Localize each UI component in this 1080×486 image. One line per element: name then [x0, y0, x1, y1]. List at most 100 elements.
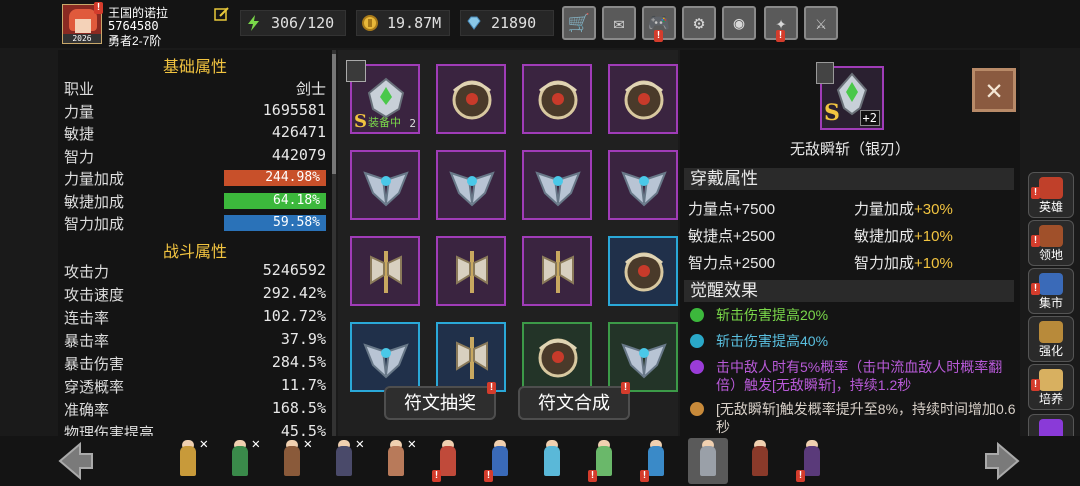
- rune-grid[interactable]: S 装备中 2: [338, 50, 678, 436]
- wear-attr-value: +10%: [914, 255, 953, 272]
- rune-merge-button[interactable]: 符文合成 !: [518, 382, 630, 420]
- hero-portrait[interactable]: [532, 438, 572, 484]
- nav-enhance[interactable]: 强化: [1028, 316, 1074, 362]
- wear-attr-label: 智力加成: [854, 255, 915, 272]
- stat-row: 攻击力 5246592: [64, 261, 326, 283]
- rune-slot[interactable]: [436, 236, 506, 306]
- stat-row: 连击率 102.72%: [64, 307, 326, 329]
- unavailable-x-icon: ✕: [303, 436, 312, 452]
- stat-value: 11.7%: [280, 376, 326, 394]
- rune-merge-label: 符文合成: [538, 393, 610, 413]
- effect-dot-icon: [690, 360, 704, 374]
- event-button[interactable]: ✦ !: [764, 6, 798, 42]
- rune-slot[interactable]: [608, 236, 678, 306]
- wear-attr: 敏捷加成+10%: [854, 225, 953, 246]
- energy-icon: [248, 15, 259, 31]
- stats-scroll-thumb[interactable]: [332, 54, 336, 174]
- equipped-tag: 装备中: [368, 117, 401, 129]
- stat-value: 37.9%: [280, 330, 326, 348]
- enhance-icon: [1039, 321, 1063, 343]
- nav-label: 英雄: [1038, 200, 1063, 214]
- nav-hero[interactable]: ! 英雄: [1028, 172, 1074, 218]
- stat-bonus-bar: 244.98%: [224, 170, 326, 186]
- hero-portrait[interactable]: ✕: [220, 436, 260, 484]
- stat-row: 敏捷 426471: [64, 123, 326, 145]
- wear-attr: 力量加成+30%: [854, 198, 953, 219]
- hero-portrait[interactable]: ✕: [376, 436, 416, 484]
- wear-attr-title: 穿戴属性: [684, 168, 1014, 190]
- close-button[interactable]: ✕: [972, 68, 1016, 112]
- shop-button[interactable]: 🛒: [562, 6, 596, 40]
- rune-slot[interactable]: [436, 322, 506, 392]
- rune-slot[interactable]: [522, 64, 592, 134]
- stat-label: 穿透概率: [64, 379, 125, 396]
- mail-button[interactable]: ✉: [602, 6, 636, 40]
- rune-slot[interactable]: [350, 150, 420, 220]
- hero-portrait[interactable]: ✕: [324, 436, 364, 484]
- rune-slot[interactable]: [436, 150, 506, 220]
- gamepad-button[interactable]: 🎮 !: [642, 6, 676, 42]
- color-button[interactable]: ◉: [722, 6, 756, 40]
- hero-portrait[interactable]: ✕: [168, 436, 208, 484]
- hero-portrait[interactable]: [688, 438, 728, 484]
- effect-dot-icon: [690, 402, 704, 416]
- alert-icon: !: [432, 470, 441, 482]
- arrow-left-icon: [58, 441, 93, 481]
- stat-label: 攻击力: [64, 264, 110, 281]
- energy-counter[interactable]: 306/120: [240, 10, 346, 36]
- nav-label: 强化: [1038, 344, 1063, 358]
- rune-draw-button[interactable]: 符文抽奖 !: [384, 382, 496, 420]
- rune-slot[interactable]: [608, 150, 678, 220]
- hero-portrait[interactable]: !: [480, 438, 520, 484]
- nav-cultivate[interactable]: ! 培养: [1028, 364, 1074, 410]
- rune-slot[interactable]: [608, 64, 678, 134]
- unavailable-x-icon: ✕: [355, 436, 364, 452]
- rune-slot[interactable]: [436, 64, 506, 134]
- stat-value: 45.5%: [280, 422, 326, 436]
- gear-icon: ⚙: [693, 12, 705, 34]
- basic-stats-title: 基础属性: [162, 59, 227, 76]
- cart-icon: 🛒: [567, 12, 591, 34]
- hero-icon: [1039, 177, 1063, 199]
- rune-slot[interactable]: [608, 322, 678, 392]
- awaken-effect: 斩击伤害提高40%: [716, 333, 829, 349]
- diamond-counter[interactable]: 21890: [460, 10, 554, 36]
- hero-portrait[interactable]: !: [792, 438, 832, 484]
- detail-grade: S: [824, 100, 840, 126]
- settings-button[interactable]: ⚙: [682, 6, 716, 40]
- hero-portrait[interactable]: [740, 438, 780, 484]
- battle-button[interactable]: ⚔: [804, 6, 838, 40]
- hero-prev-button[interactable]: [56, 440, 96, 482]
- hero-next-button[interactable]: [982, 440, 1022, 482]
- rune-slot[interactable]: [522, 236, 592, 306]
- effect-dot-icon: [690, 308, 704, 322]
- rune-slot[interactable]: [350, 236, 420, 306]
- nav-territory[interactable]: ! 领地: [1028, 220, 1074, 266]
- avatar-level: 2026: [63, 34, 101, 43]
- hero-portrait[interactable]: !: [584, 438, 624, 484]
- avatar-alert-icon: !: [94, 2, 103, 14]
- player-rank: 勇者2-7阶: [108, 34, 162, 48]
- detail-level: +2: [859, 110, 880, 126]
- nav-market[interactable]: ! 集市: [1028, 268, 1074, 314]
- stat-row: 职业 剑士: [64, 78, 326, 100]
- stat-bonus-row: 智力加成 59.58%: [64, 213, 326, 235]
- hero-portrait[interactable]: !: [636, 438, 676, 484]
- rune-slot[interactable]: [522, 322, 592, 392]
- rune-slot[interactable]: S 装备中 2: [346, 60, 420, 134]
- wear-attr: 敏捷点+2500: [688, 225, 775, 246]
- edit-name-icon[interactable]: [214, 6, 230, 22]
- stats-panel[interactable]: 基础属性 职业 剑士 力量 1695581 敏捷 426471 智力 44207…: [58, 50, 332, 436]
- rune-draw-label: 符文抽奖: [404, 393, 476, 413]
- rune-slot[interactable]: [522, 150, 592, 220]
- stat-row: 准确率 168.5%: [64, 399, 326, 421]
- stat-value: 1695581: [262, 100, 326, 119]
- unavailable-x-icon: ✕: [407, 436, 416, 452]
- gold-counter[interactable]: 19.87M: [356, 10, 450, 36]
- hero-portrait[interactable]: ✕: [272, 436, 312, 484]
- stat-value: 426471: [271, 123, 326, 141]
- stat-value: 168.5%: [271, 399, 326, 417]
- rune-slot[interactable]: [350, 322, 420, 392]
- stat-row: 穿透概率 11.7%: [64, 376, 326, 398]
- hero-portrait[interactable]: !: [428, 438, 468, 484]
